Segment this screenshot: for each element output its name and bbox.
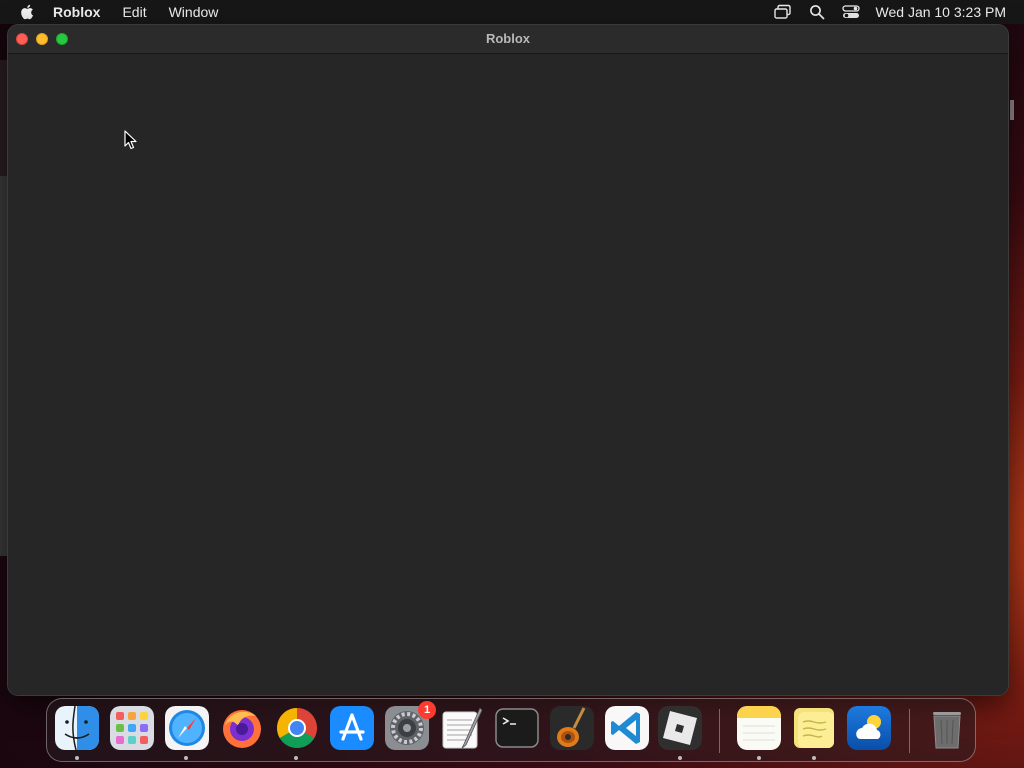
window-title: Roblox: [485, 31, 531, 46]
dock-separator: [719, 709, 720, 753]
trash-icon[interactable]: [925, 706, 969, 750]
apple-icon[interactable]: [19, 4, 35, 20]
dock-separator: [909, 709, 910, 753]
launchpad-icon[interactable]: [110, 706, 154, 750]
running-indicator: [678, 756, 682, 760]
minimize-button[interactable]: [36, 33, 48, 45]
chrome-icon[interactable]: [275, 706, 319, 750]
close-button[interactable]: [16, 33, 28, 45]
running-indicator: [75, 756, 79, 760]
safari-icon[interactable]: [165, 706, 209, 750]
mouse-cursor-icon: [124, 130, 137, 150]
vscode-icon[interactable]: [605, 706, 649, 750]
menu-bar: Roblox Edit Window Wed Jan 10 3:23 PM: [0, 0, 1024, 24]
window-title-bar[interactable]: Roblox: [8, 25, 1008, 54]
stickies-icon[interactable]: [792, 706, 836, 750]
textedit-icon[interactable]: [440, 706, 484, 750]
maximize-button[interactable]: [56, 33, 68, 45]
background-window-edge: [0, 60, 8, 180]
menu-bar-clock[interactable]: Wed Jan 10 3:23 PM: [876, 4, 1006, 20]
window-content[interactable]: [8, 54, 1008, 695]
roblox-icon[interactable]: [658, 706, 702, 750]
running-indicator: [184, 756, 188, 760]
menu-app-name[interactable]: Roblox: [53, 4, 100, 20]
menu-window[interactable]: Window: [169, 4, 219, 20]
garageband-icon[interactable]: [550, 706, 594, 750]
running-indicator: [294, 756, 298, 760]
firefox-icon[interactable]: [220, 706, 264, 750]
background-window-edge: [1010, 100, 1014, 120]
spotlight-search-icon[interactable]: [808, 3, 826, 21]
app-store-icon[interactable]: [330, 706, 374, 750]
running-indicator: [757, 756, 761, 760]
screen-mirroring-icon[interactable]: [773, 3, 792, 21]
roblox-window: Roblox: [8, 25, 1008, 695]
terminal-icon[interactable]: [495, 706, 539, 750]
background-window-edge: [0, 176, 8, 556]
running-indicator: [812, 756, 816, 760]
menu-edit[interactable]: Edit: [122, 4, 146, 20]
notification-badge: 1: [418, 701, 436, 719]
dock: 1: [46, 698, 976, 762]
finder-icon[interactable]: [55, 706, 99, 750]
weather-icon[interactable]: [847, 706, 891, 750]
control-center-icon[interactable]: [841, 3, 860, 21]
notes-icon[interactable]: [737, 706, 781, 750]
